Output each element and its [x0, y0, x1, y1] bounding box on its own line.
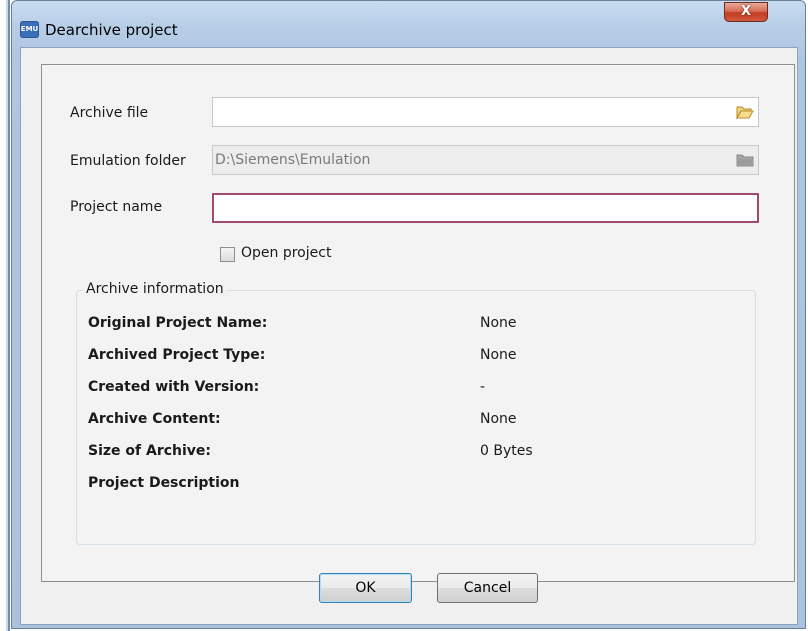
content-panel: Archive file Emulation folder D:\Siemens… [41, 64, 795, 582]
project-name-input[interactable] [212, 193, 759, 223]
dialog-title: Dearchive project [45, 21, 178, 39]
ok-button[interactable]: OK [319, 573, 412, 603]
archived-project-type-value: None [480, 347, 517, 363]
archive-info-title: Archive information [84, 281, 226, 297]
emulation-folder-label: Emulation folder [70, 153, 186, 169]
archive-file-label: Archive file [70, 105, 149, 121]
close-button[interactable]: X [724, 2, 768, 22]
archive-content-value: None [480, 411, 517, 427]
project-description-key: Project Description [88, 475, 240, 491]
title-bar[interactable]: EMU Dearchive project X [12, 1, 805, 39]
size-of-archive-value: 0 Bytes [480, 443, 533, 459]
archive-file-input[interactable] [212, 97, 759, 127]
emulation-folder-value: D:\Siemens\Emulation [215, 152, 371, 168]
created-with-version-value: - [480, 379, 486, 395]
archive-content-key: Archive Content: [88, 411, 221, 427]
open-folder-icon[interactable] [736, 104, 754, 120]
folder-icon [736, 154, 754, 167]
dearchive-dialog: EMU Dearchive project X Archive file Emu… [11, 0, 806, 629]
project-name-label: Project name [70, 199, 163, 215]
created-with-version-key: Created with Version: [88, 379, 260, 395]
open-project-label[interactable]: Open project [241, 245, 331, 261]
emulation-folder-input: D:\Siemens\Emulation [212, 145, 759, 175]
size-of-archive-key: Size of Archive: [88, 443, 212, 459]
close-icon: X [740, 4, 752, 19]
open-project-checkbox[interactable] [220, 247, 235, 262]
emu-app-icon: EMU [20, 21, 39, 38]
original-project-name-key: Original Project Name: [88, 315, 268, 331]
dialog-client-area: Archive file Emulation folder D:\Siemens… [20, 47, 798, 625]
cancel-button[interactable]: Cancel [437, 573, 538, 603]
original-project-name-value: None [480, 315, 517, 331]
archived-project-type-key: Archived Project Type: [88, 347, 266, 363]
